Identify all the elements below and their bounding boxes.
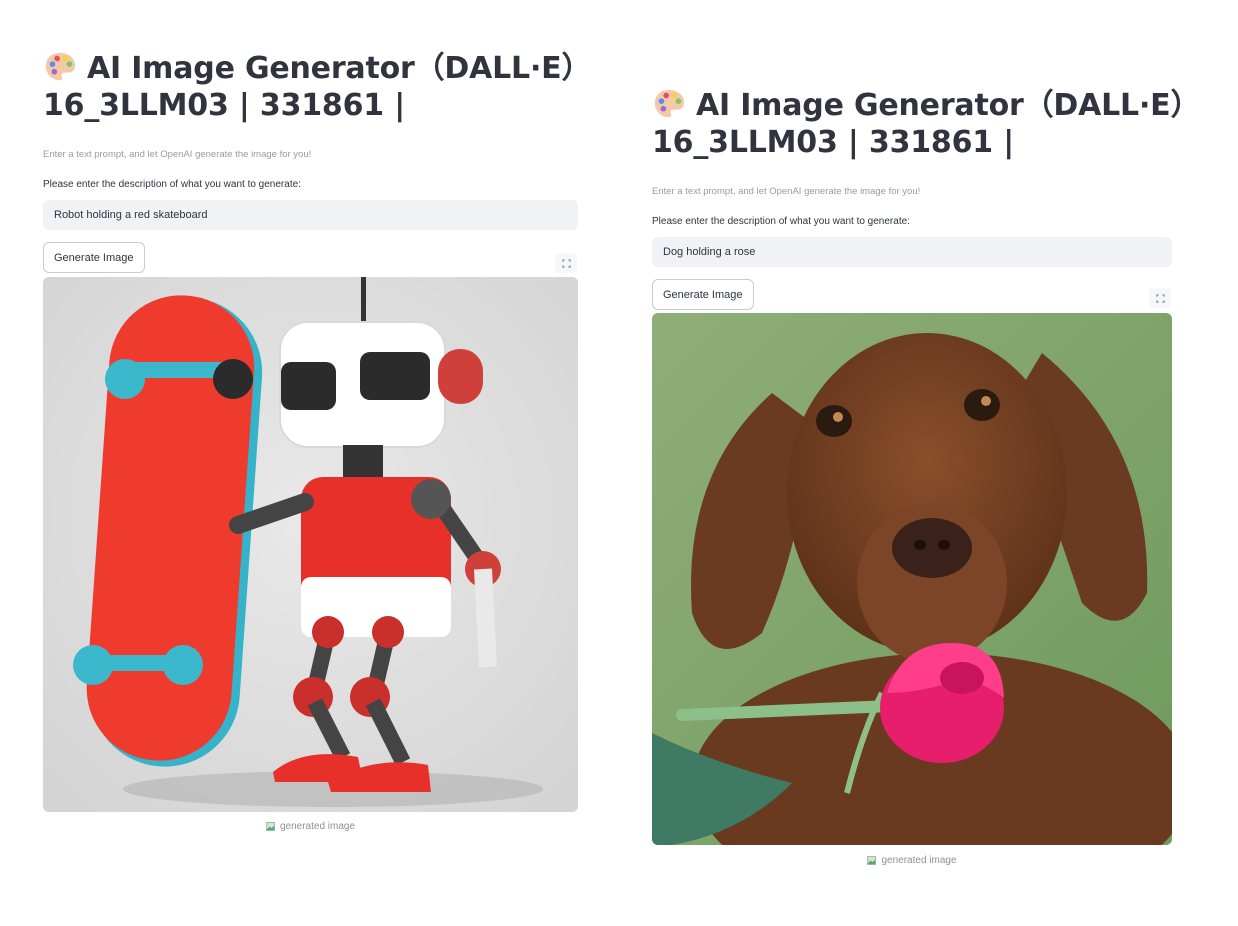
title-subline: 16_3LLM03 | 331861 | <box>652 125 1014 160</box>
prompt-input[interactable] <box>652 237 1172 267</box>
prompt-label: Please enter the description of what you… <box>43 179 301 190</box>
prompt-label: Please enter the description of what you… <box>652 216 910 227</box>
generate-image-button[interactable]: Generate Image <box>43 242 145 273</box>
palette-icon <box>654 89 685 118</box>
image-icon <box>266 822 275 831</box>
description-text: Enter a text prompt, and let OpenAI gene… <box>43 149 312 160</box>
palette-icon <box>45 52 76 81</box>
title-text: AI Image Generator（DALL·E） <box>87 51 592 86</box>
title-subline: 16_3LLM03 | 331861 | <box>43 88 405 123</box>
fullscreen-button[interactable] <box>1149 288 1171 308</box>
caption-text: generated image <box>881 855 957 866</box>
fullscreen-button[interactable] <box>555 253 577 273</box>
app-panel-left: AI Image Generator（DALL·E） 16_3LLM03 | 3… <box>43 50 591 832</box>
generated-image <box>652 313 1172 845</box>
page-title: AI Image Generator（DALL·E） 16_3LLM03 | 3… <box>652 87 1200 161</box>
title-text: AI Image Generator（DALL·E） <box>696 88 1201 123</box>
image-icon <box>867 856 877 865</box>
generate-image-button[interactable]: Generate Image <box>652 279 754 310</box>
page-title: AI Image Generator（DALL·E） 16_3LLM03 | 3… <box>43 50 591 124</box>
fullscreen-icon <box>561 258 571 268</box>
prompt-input[interactable] <box>43 200 578 230</box>
caption-text: generated image <box>279 821 356 832</box>
app-panel-right: AI Image Generator（DALL·E） 16_3LLM03 | 3… <box>652 87 1200 866</box>
generated-image <box>43 277 578 812</box>
description-text: Enter a text prompt, and let OpenAI gene… <box>652 186 921 197</box>
image-caption: generated image <box>652 855 1172 866</box>
image-caption: generated image <box>43 821 578 832</box>
fullscreen-icon <box>1155 293 1165 303</box>
